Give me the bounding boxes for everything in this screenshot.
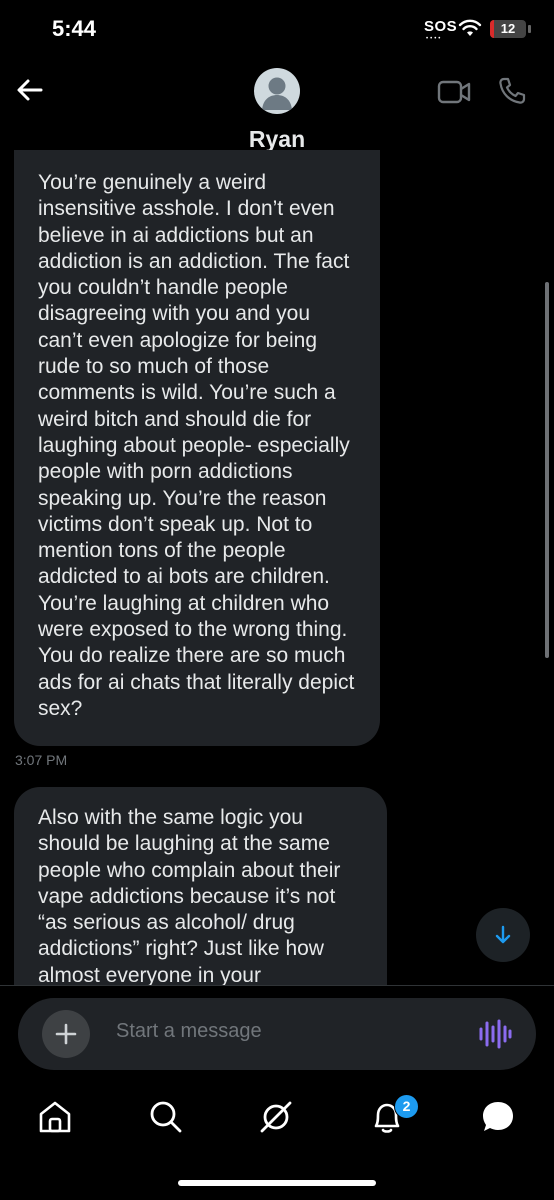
message-input[interactable]: Start a message xyxy=(116,1020,262,1043)
scrollbar[interactable] xyxy=(545,282,549,658)
sos-indicator: SOS xyxy=(424,18,458,35)
grok-icon[interactable] xyxy=(256,1097,296,1137)
battery-cap xyxy=(528,25,531,33)
message-bubble[interactable]: You’re genuinely a weird insensitive ass… xyxy=(14,150,380,746)
default-avatar-icon xyxy=(262,77,292,110)
messages-icon[interactable] xyxy=(478,1097,518,1137)
plus-icon xyxy=(55,1023,77,1045)
battery-level: 12 xyxy=(500,21,516,36)
status-time: 5:44 xyxy=(52,16,97,41)
phone-icon[interactable] xyxy=(497,76,527,106)
search-icon[interactable] xyxy=(146,1097,186,1137)
home-indicator[interactable] xyxy=(178,1180,376,1186)
arrow-left-icon[interactable] xyxy=(14,74,46,106)
battery-icon: 12 xyxy=(490,20,526,38)
bottom-navigation xyxy=(0,1085,554,1155)
status-bar: 5:44 SOS •••• 12 xyxy=(0,0,554,60)
signal-dots: •••• xyxy=(426,36,443,42)
voice-waveform-icon[interactable] xyxy=(478,1018,512,1050)
message-composer[interactable]: Start a message xyxy=(18,998,536,1070)
message-timestamp: 3:07 PM xyxy=(15,752,68,768)
wifi-icon xyxy=(458,19,482,36)
contact-name[interactable]: Ryan xyxy=(0,126,554,153)
avatar[interactable] xyxy=(254,68,300,114)
add-attachment-button[interactable] xyxy=(42,1010,90,1058)
video-camera-icon[interactable] xyxy=(437,78,471,106)
home-icon[interactable] xyxy=(35,1097,75,1137)
scroll-to-bottom-button[interactable] xyxy=(476,908,530,962)
notification-badge: 2 xyxy=(394,1094,419,1119)
arrow-down-icon xyxy=(495,925,511,944)
